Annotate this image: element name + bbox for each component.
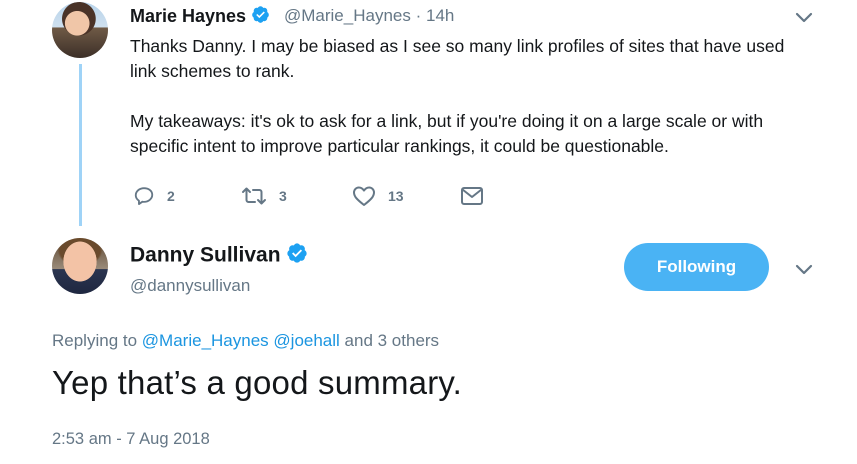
reply-author-name[interactable]: Marie Haynes [130,5,270,29]
like-icon [353,186,375,206]
direct-message-icon [461,187,483,205]
chevron-down-icon [795,264,813,275]
handle-time-separator: · [415,6,422,25]
reply-time[interactable]: 14h [426,6,454,25]
reply-icon [134,187,154,205]
thread-connector-line [79,64,82,226]
replying-prefix: Replying to [52,331,138,350]
main-author-name-text: Danny Sullivan [130,243,281,267]
verified-badge-icon [286,242,308,270]
reply-author-handle[interactable]: @Marie_Haynes [284,6,411,25]
following-button[interactable]: Following [624,243,769,291]
main-tweet-text: Yep that’s a good summary. [52,364,462,401]
retweet-action-button[interactable]: 3 [241,185,287,207]
retweet-icon [242,187,266,205]
reply-paragraph-2: My takeaways: it's ok to ask for a link,… [130,111,764,156]
main-author-handle[interactable]: @dannysullivan [130,276,250,296]
reply-count: 2 [167,188,175,204]
chevron-down-icon [795,12,813,23]
main-tweet-menu-button[interactable] [794,262,814,281]
reply-tweet-text: Thanks Danny. I may be biased as I see s… [130,34,810,184]
mention-link[interactable]: @joehall [273,331,339,350]
reply-author-name-text: Marie Haynes [130,5,247,26]
avatar-danny-sullivan[interactable] [52,238,108,294]
direct-message-action-button[interactable] [460,185,484,207]
verified-badge-icon [251,5,270,29]
main-author-name[interactable]: Danny Sullivan [130,242,308,270]
like-action-button[interactable]: 13 [352,185,404,207]
reply-action-button[interactable]: 2 [133,185,175,207]
like-count: 13 [388,188,404,204]
reply-tweet-menu-button[interactable] [794,10,814,29]
retweet-count: 3 [279,188,287,204]
tweet-timestamp[interactable]: 2:53 am - 7 Aug 2018 [52,430,210,449]
mention-link[interactable]: @Marie_Haynes [142,331,269,350]
replying-others[interactable]: and 3 others [345,331,440,350]
reply-paragraph-1: Thanks Danny. I may be biased as I see s… [130,36,785,81]
replying-to-line: Replying to @Marie_Haynes @joehall and 3… [52,331,439,351]
avatar-marie-haynes[interactable] [52,2,108,58]
reply-author-handle-row: @Marie_Haynes · 14h [284,6,454,26]
